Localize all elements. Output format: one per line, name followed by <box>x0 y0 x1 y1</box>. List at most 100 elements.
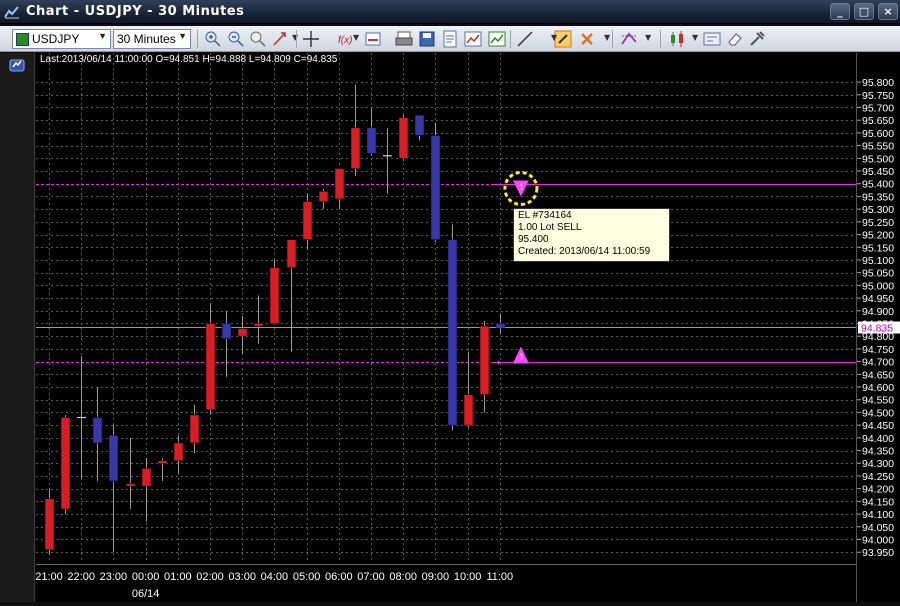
price-axis-label: 95.250 <box>862 217 894 229</box>
svg-text:f(x): f(x) <box>338 35 352 46</box>
time-axis-label: 11:00 <box>486 571 513 583</box>
price-axis-label: 95.800 <box>862 77 894 89</box>
window-titlebar[interactable]: Chart - USDJPY - 30 Minutes _ □ × <box>0 0 900 24</box>
close-button[interactable]: × <box>878 3 898 20</box>
time-axis-label: 01:00 <box>164 571 192 583</box>
price-axis-label: 95.200 <box>862 230 894 242</box>
sell-order-marker-num: 1 <box>519 183 524 192</box>
left-gutter <box>0 53 35 602</box>
price-axis-label: 94.950 <box>862 293 894 305</box>
price-axis-label: 94.000 <box>862 534 894 546</box>
candlestick-icon[interactable] <box>668 30 686 48</box>
candle-body <box>479 325 490 395</box>
price-axis-label: 94.350 <box>862 446 894 458</box>
time-axis-label: 05:00 <box>293 571 321 583</box>
period-icon[interactable] <box>364 30 382 48</box>
trendline-icon[interactable] <box>516 30 534 48</box>
print-icon[interactable] <box>395 30 413 48</box>
arrow-tool-icon[interactable] <box>271 30 289 48</box>
price-axis-label: 94.750 <box>862 344 894 356</box>
candle-body <box>125 483 136 487</box>
price-axis-label: 95.050 <box>862 268 894 280</box>
minimize-button[interactable]: _ <box>830 3 850 20</box>
chevron-down-icon: ▼ <box>98 31 107 41</box>
candle-body <box>205 323 216 411</box>
save-icon[interactable] <box>418 30 436 48</box>
candle-body <box>108 435 119 482</box>
time-axis-label: 22:00 <box>67 571 95 583</box>
price-axis-label: 93.950 <box>862 547 894 559</box>
chart-toolbar: USDJPY ▼ 30 Minutes ▼ f(x)▼▼▼▼▼▼ <box>0 26 900 52</box>
chart-image-icon[interactable] <box>464 30 482 48</box>
time-axis-label: 08:00 <box>389 571 417 583</box>
window-title: Chart - USDJPY - 30 Minutes <box>26 4 245 19</box>
price-axis-label: 95.150 <box>862 242 894 254</box>
price-axis-label: 95.750 <box>862 90 894 102</box>
chart-export-icon[interactable] <box>488 30 506 48</box>
zoom-out-icon[interactable] <box>227 30 245 48</box>
symbol-select-value: USDJPY <box>32 32 80 46</box>
price-axis-label: 95.500 <box>862 153 894 165</box>
toolbar-separator <box>612 30 613 48</box>
date-axis-label: 06/14 <box>132 588 160 600</box>
price-axis-labels: 95.80095.75095.70095.65095.60095.55095.5… <box>857 77 900 559</box>
candle-body <box>237 328 248 337</box>
candle-body <box>398 117 409 159</box>
price-axis-label: 94.550 <box>862 395 894 407</box>
zoom-reset-icon[interactable] <box>249 30 267 48</box>
price-axis-label: 94.100 <box>862 509 894 521</box>
dropdown-arrow-icon[interactable]: ▼ <box>604 33 610 42</box>
price-axis-label: 95.650 <box>862 115 894 127</box>
price-axis-label: 95.600 <box>862 128 894 140</box>
price-axis-label: 95.700 <box>862 102 894 114</box>
timeframe-select-value: 30 Minutes <box>117 32 176 46</box>
delete-objects-icon[interactable] <box>578 30 596 48</box>
price-axis-label: 95.000 <box>862 280 894 292</box>
time-axis-label: 23:00 <box>100 571 128 583</box>
time-axis-label: 07:00 <box>357 571 385 583</box>
chart-plot-area[interactable]: 1 1 21:00 22:00 23:00 00:00 01:00 02:00 03:00 04:… <box>35 53 856 602</box>
crosshair-icon[interactable] <box>302 30 320 48</box>
price-axis-label: 94.250 <box>862 471 894 483</box>
dropdown-arrow-icon[interactable]: ▼ <box>353 33 359 42</box>
order-tooltip: EL #734164 1.00 Lot SELL 95.400 Created:… <box>513 208 670 262</box>
price-axis-label: 94.150 <box>862 496 894 508</box>
price-axis-label: 94.600 <box>862 382 894 394</box>
dropdown-arrow-icon[interactable]: ▼ <box>551 33 557 42</box>
candle-body <box>189 414 200 444</box>
price-axis-label: 94.650 <box>862 369 894 381</box>
price-axis-label: 95.450 <box>862 166 894 178</box>
price-axis-label: 95.550 <box>862 141 894 153</box>
restore-button[interactable]: □ <box>854 3 874 20</box>
time-axis-label: 00:00 <box>132 571 160 583</box>
fibonacci-icon[interactable] <box>620 30 638 48</box>
candle-body <box>44 498 55 550</box>
timeframe-select[interactable]: 30 Minutes ▼ <box>113 29 191 49</box>
dropdown-arrow-icon[interactable]: ▼ <box>645 33 651 42</box>
price-axis-label: 94.900 <box>862 306 894 318</box>
toolbar-separator <box>197 30 198 48</box>
price-axis-label: 94.450 <box>862 420 894 432</box>
candle-body <box>430 135 441 240</box>
properties-icon[interactable] <box>703 30 721 48</box>
settings-icon[interactable] <box>748 30 766 48</box>
price-axis-label: 94.200 <box>862 484 894 496</box>
candle-body <box>334 168 345 200</box>
eraser-icon[interactable] <box>726 30 744 48</box>
candlestick-chart: 1 1 21:00 22:00 23:00 00:00 01:00 02:00 03:00 04:… <box>35 53 856 600</box>
symbol-select[interactable]: USDJPY ▼ <box>12 29 111 49</box>
price-axis-label: 94.400 <box>862 433 894 445</box>
template-icon[interactable] <box>441 30 459 48</box>
candle-body <box>60 417 71 510</box>
entry-order-marker-num: 1 <box>519 353 524 362</box>
price-axis-label: 95.100 <box>862 255 894 267</box>
time-axis-label: 02:00 <box>196 571 224 583</box>
symbol-flag-icon <box>16 32 29 46</box>
candle-body <box>463 394 474 426</box>
price-axis: 95.800 95.750 95.700 95.650 95.600 95.550 95.5… <box>856 53 900 602</box>
dropdown-arrow-icon[interactable]: ▼ <box>692 33 698 42</box>
zoom-in-icon[interactable] <box>204 30 222 48</box>
candle-body <box>141 468 152 487</box>
chart-app-icon <box>4 5 19 18</box>
chart-link-icon[interactable] <box>9 57 25 73</box>
